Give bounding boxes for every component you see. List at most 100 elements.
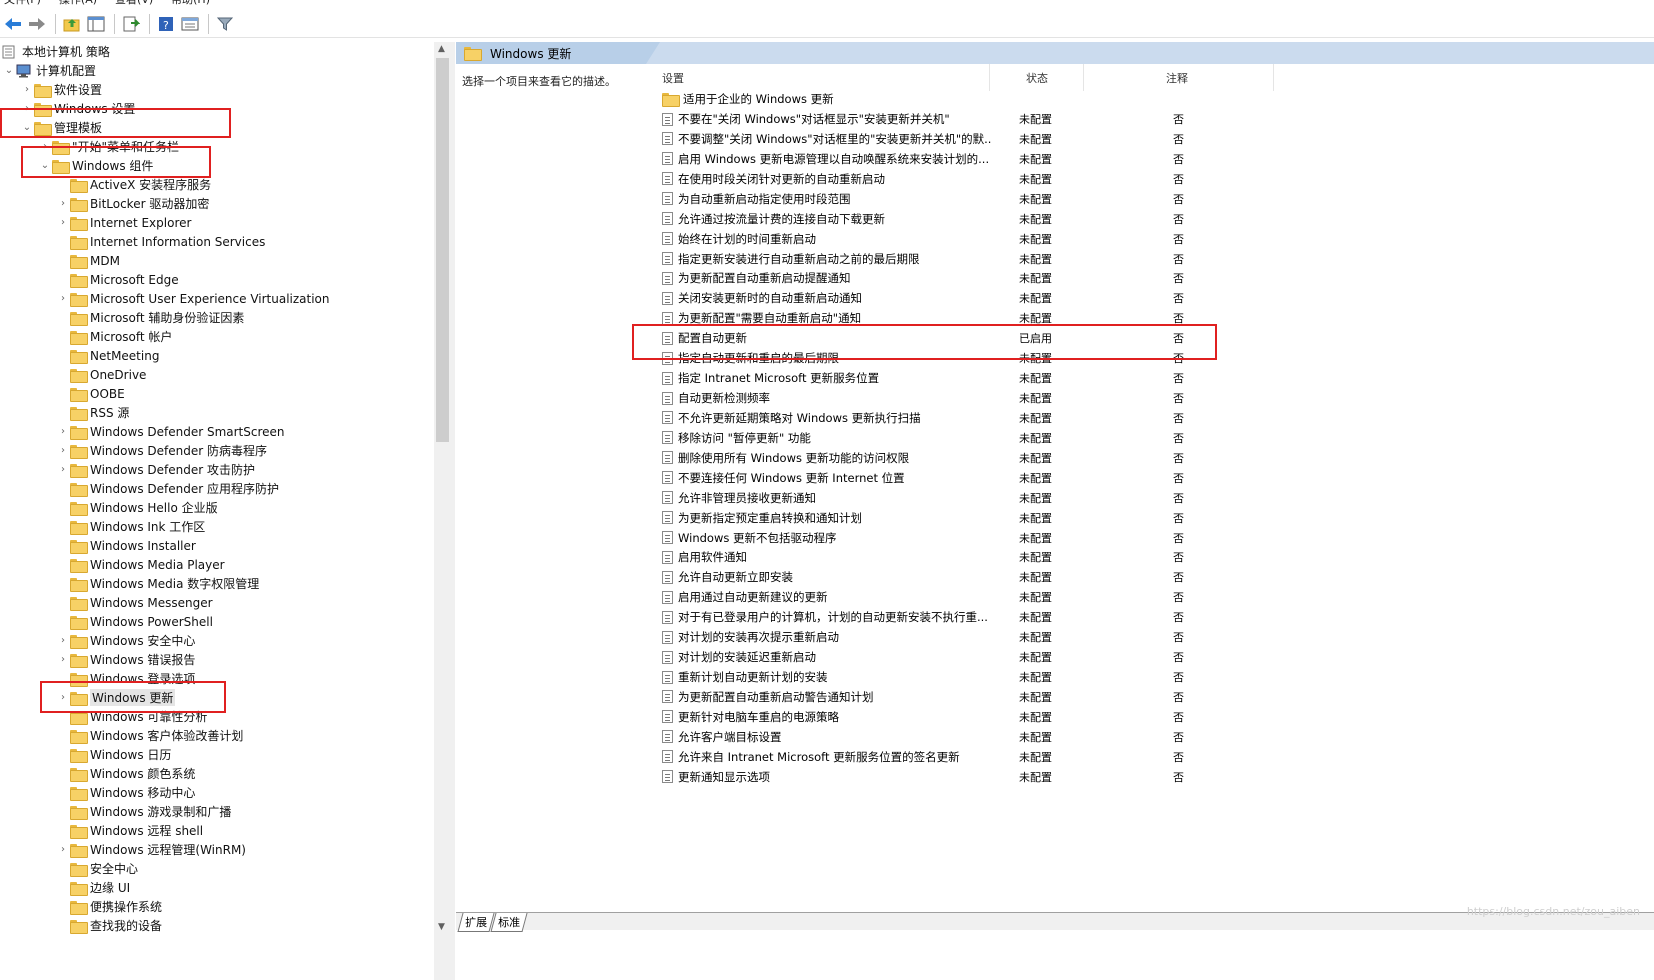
policy-row[interactable]: 允许自动更新立即安装 未配置 否 — [656, 567, 1654, 587]
tree-component-item[interactable]: Windows PowerShell — [56, 612, 213, 631]
chevron-right-icon[interactable]: › — [56, 441, 70, 460]
policy-row[interactable]: 关闭安装更新时的自动重新启动通知 未配置 否 — [656, 288, 1654, 308]
policy-row[interactable]: Windows 更新不包括驱动程序 未配置 否 — [656, 528, 1654, 548]
tree-component-item[interactable]: Windows Media 数字权限管理 — [56, 574, 259, 593]
tree-component-item[interactable]: Windows Messenger — [56, 593, 213, 612]
forward-icon[interactable] — [26, 13, 48, 35]
chevron-right-icon[interactable]: › — [56, 840, 70, 859]
tree-component-item[interactable]: › Windows 错误报告 — [56, 650, 195, 669]
tree-component-item[interactable]: 查找我的设备 — [56, 916, 162, 935]
policy-row[interactable]: 自动更新检测频率 未配置 否 — [656, 388, 1654, 408]
policy-row[interactable]: 对计划的安装再次提示重新启动 未配置 否 — [656, 627, 1654, 647]
policy-row[interactable]: 更新通知显示选项 未配置 否 — [656, 767, 1654, 787]
menu-help[interactable]: 帮助(H) — [171, 0, 210, 9]
tree-component-item[interactable]: › Windows 更新 — [56, 688, 176, 707]
tab-extended[interactable]: 扩展 — [457, 913, 495, 932]
tree-start-menu[interactable]: › "开始"菜单和任务栏 — [38, 137, 179, 156]
back-icon[interactable] — [2, 13, 24, 35]
policy-row[interactable]: 不要在"关闭 Windows"对话框显示"安装更新并关机" 未配置 否 — [656, 109, 1654, 129]
chevron-right-icon[interactable]: › — [56, 422, 70, 441]
policy-row[interactable]: 为更新配置"需要自动重新启动"通知 未配置 否 — [656, 308, 1654, 328]
tree-component-item[interactable]: Windows Installer — [56, 536, 196, 555]
filter-icon[interactable] — [214, 13, 236, 35]
tree-component-item[interactable]: › Windows Defender 防病毒程序 — [56, 441, 267, 460]
tree-component-item[interactable]: Windows 可靠性分析 — [56, 707, 207, 726]
policy-row[interactable]: 在使用时段关闭针对更新的自动重新启动 未配置 否 — [656, 169, 1654, 189]
tree-component-item[interactable]: ActiveX 安装程序服务 — [56, 175, 211, 194]
tree-component-item[interactable]: Windows 颜色系统 — [56, 764, 195, 783]
tab-standard[interactable]: 标准 — [490, 913, 528, 932]
policy-row[interactable]: 配置自动更新 已启用 否 — [656, 328, 1654, 348]
tree-admin-templates[interactable]: ⌄ 管理模板 — [20, 118, 102, 137]
tree-component-item[interactable]: OOBE — [56, 384, 125, 403]
tree-component-item[interactable]: 便携操作系统 — [56, 897, 162, 916]
chevron-right-icon[interactable]: › — [38, 137, 52, 156]
menu-view[interactable]: 查看(V) — [115, 0, 153, 9]
tree-component-item[interactable]: Windows Defender 应用程序防护 — [56, 479, 279, 498]
scroll-down-arrow-icon[interactable]: ▼ — [438, 922, 445, 932]
tree-component-item[interactable]: › Internet Explorer — [56, 213, 191, 232]
tree-component-item[interactable]: › Windows Defender 攻击防护 — [56, 460, 255, 479]
menu-action[interactable]: 操作(A) — [59, 0, 97, 9]
tree-component-item[interactable]: Windows Hello 企业版 — [56, 498, 218, 517]
tree-component-item[interactable]: 安全中心 — [56, 859, 138, 878]
export-list-icon[interactable] — [120, 13, 142, 35]
tree-computer-config[interactable]: ⌄ 计算机配置 — [2, 61, 96, 80]
tree-component-item[interactable]: › BitLocker 驱动器加密 — [56, 194, 209, 213]
menu-file[interactable]: 文件(F) — [4, 0, 41, 9]
tree-component-item[interactable]: Internet Information Services — [56, 232, 265, 251]
tree-component-item[interactable]: › Windows 安全中心 — [56, 631, 195, 650]
tree-component-item[interactable]: Microsoft 帐户 — [56, 327, 172, 346]
column-header-setting[interactable]: 设置 — [656, 64, 990, 91]
properties-icon[interactable] — [179, 13, 201, 35]
tree-component-item[interactable]: Microsoft Edge — [56, 270, 179, 289]
policy-row[interactable]: 为更新指定预定重启转换和通知计划 未配置 否 — [656, 508, 1654, 528]
scrollbar-thumb[interactable] — [436, 58, 449, 442]
tree-component-item[interactable]: Windows 远程 shell — [56, 821, 203, 840]
policy-row[interactable]: 不允许更新延期策略对 Windows 更新执行扫描 未配置 否 — [656, 408, 1654, 428]
policy-row[interactable]: 启用 Windows 更新电源管理以自动唤醒系统来安装计划的... 未配置 否 — [656, 149, 1654, 169]
tree-component-item[interactable]: MDM — [56, 251, 120, 270]
policy-row[interactable]: 移除访问 "暂停更新" 功能 未配置 否 — [656, 428, 1654, 448]
help-icon[interactable]: ? — [155, 13, 177, 35]
chevron-right-icon[interactable]: › — [56, 194, 70, 213]
column-header-note[interactable]: 注释 — [1084, 64, 1274, 91]
chevron-down-icon[interactable]: ⌄ — [20, 118, 34, 137]
tree-windows-settings[interactable]: › Windows 设置 — [20, 99, 135, 118]
policy-row[interactable]: 指定 Intranet Microsoft 更新服务位置 未配置 否 — [656, 368, 1654, 388]
chevron-right-icon[interactable]: › — [20, 80, 34, 99]
policy-row[interactable]: 重新计划自动更新计划的安装 未配置 否 — [656, 667, 1654, 687]
policy-row[interactable]: 允许非管理员接收更新通知 未配置 否 — [656, 488, 1654, 508]
tree-component-item[interactable]: Windows 游戏录制和广播 — [56, 802, 231, 821]
chevron-right-icon[interactable]: › — [56, 650, 70, 669]
chevron-right-icon[interactable]: › — [56, 688, 70, 707]
policy-row[interactable]: 指定更新安装进行自动重新启动之前的最后期限 未配置 否 — [656, 249, 1654, 269]
policy-row[interactable]: 为自动重新启动指定使用时段范围 未配置 否 — [656, 189, 1654, 209]
tree-component-item[interactable]: › Windows Defender SmartScreen — [56, 422, 285, 441]
tree-component-item[interactable]: Windows Ink 工作区 — [56, 517, 205, 536]
policy-row[interactable]: 对计划的安装延迟重新启动 未配置 否 — [656, 647, 1654, 667]
policy-row[interactable]: 不要调整"关闭 Windows"对话框里的"安装更新并关机"的默... 未配置 否 — [656, 129, 1654, 149]
tree-component-item[interactable]: Microsoft 辅助身份验证因素 — [56, 308, 244, 327]
tree-component-item[interactable]: 边缘 UI — [56, 878, 130, 897]
policy-row[interactable]: 删除使用所有 Windows 更新功能的访问权限 未配置 否 — [656, 448, 1654, 468]
policy-row[interactable]: 允许客户端目标设置 未配置 否 — [656, 727, 1654, 747]
tree-component-item[interactable]: Windows 客户体验改善计划 — [56, 726, 243, 745]
policy-row[interactable]: 更新针对电脑车重启的电源策略 未配置 否 — [656, 707, 1654, 727]
policy-row[interactable]: 始终在计划的时间重新启动 未配置 否 — [656, 229, 1654, 249]
policy-row[interactable]: 允许来自 Intranet Microsoft 更新服务位置的签名更新 未配置 否 — [656, 747, 1654, 767]
tree-component-item[interactable]: Windows 登录选项 — [56, 669, 195, 688]
chevron-right-icon[interactable]: › — [56, 213, 70, 232]
chevron-down-icon[interactable]: ⌄ — [38, 156, 52, 175]
policy-row[interactable]: 启用软件通知 未配置 否 — [656, 547, 1654, 567]
policy-row[interactable]: 为更新配置自动重新启动警告通知计划 未配置 否 — [656, 687, 1654, 707]
tree-component-item[interactable]: Windows Media Player — [56, 555, 225, 574]
tree-component-item[interactable]: Windows 移动中心 — [56, 783, 195, 802]
policy-row[interactable]: 允许通过按流量计费的连接自动下载更新 未配置 否 — [656, 209, 1654, 229]
tree-scrollbar[interactable]: ▲ ▼ — [434, 42, 451, 980]
pane-splitter[interactable] — [451, 42, 455, 980]
chevron-right-icon[interactable]: › — [56, 460, 70, 479]
chevron-right-icon[interactable]: › — [56, 631, 70, 650]
tree-windows-components[interactable]: ⌄ Windows 组件 — [38, 156, 153, 175]
tree-component-item[interactable]: NetMeeting — [56, 346, 159, 365]
